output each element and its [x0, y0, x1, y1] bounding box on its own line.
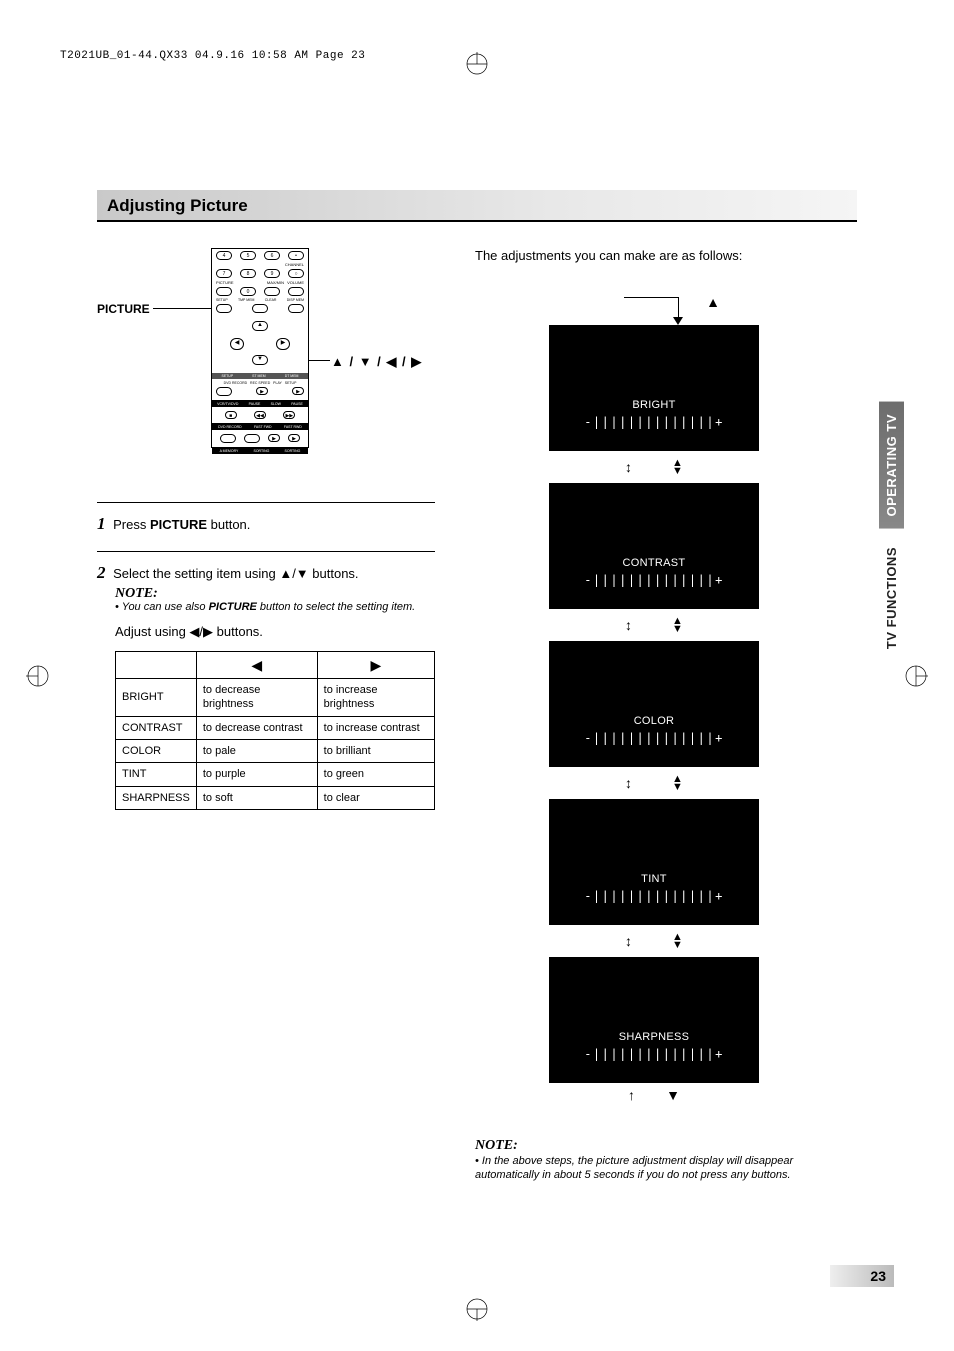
table-row: BRIGHTto decrease brightnessto increase …	[116, 679, 435, 717]
row-left: to soft	[196, 786, 317, 809]
step-number: 2	[97, 563, 106, 582]
up-down-arrow-icon: ↕	[625, 617, 632, 633]
side-tabs: OPERATING TV TV FUNCTIONS	[879, 402, 904, 667]
picture-callout-label: PICTURE	[97, 302, 150, 316]
adjustment-table: ◀ ▶ BRIGHTto decrease brightnessto incre…	[115, 651, 435, 810]
panel-separator: ↕ ▲▼	[549, 767, 759, 799]
crop-mark-bottom	[465, 1297, 489, 1321]
flow-end-arrow: ↑ ▼	[549, 1087, 759, 1103]
row-name: COLOR	[116, 739, 197, 762]
table-row: COLORto paleto brilliant	[116, 739, 435, 762]
panel-bar: -||||||||||||||+	[584, 889, 724, 903]
up-down-triangles-icon: ▲▼	[672, 459, 683, 477]
row-right: to increase contrast	[317, 716, 434, 739]
adjust-using-text: Adjust using ◀/▶ buttons.	[115, 624, 435, 641]
panel-separator: ↕ ▲▼	[549, 451, 759, 483]
side-tab-tv-functions: TV FUNCTIONS	[879, 535, 904, 661]
remote-body: 456• CHANNEL 789○ PICTUREMAX/MINVOLUME 0…	[211, 248, 309, 448]
panel-bar: -||||||||||||||+	[584, 415, 724, 429]
adjustment-panel: TINT -||||||||||||||+	[549, 799, 759, 925]
panel-label: COLOR	[634, 715, 675, 727]
panel-label: SHARPNESS	[619, 1031, 690, 1043]
crop-mark-top	[465, 52, 489, 76]
table-header-blank	[116, 651, 197, 678]
row-left: to decrease contrast	[196, 716, 317, 739]
remote-diagram: PICTURE ▲ / ▼ / ◀ / ▶ 456• CHANNEL 789○ …	[97, 248, 435, 474]
row-left: to decrease brightness	[196, 679, 317, 717]
section-title: Adjusting Picture	[97, 190, 857, 222]
row-left: to purple	[196, 763, 317, 786]
up-down-triangles-icon: ▲▼	[672, 617, 683, 635]
step-number: 1	[97, 514, 106, 533]
step-text-bold: PICTURE	[150, 517, 207, 532]
down-triangle-icon: ▼	[666, 1087, 680, 1103]
step-2: 2 Select the setting item using ▲/▼ butt…	[97, 562, 435, 809]
flow-start-arrow: ▲	[549, 297, 759, 325]
arrow-keys-callout-label: ▲ / ▼ / ◀ / ▶	[331, 354, 422, 370]
row-name: CONTRAST	[116, 716, 197, 739]
table-header-right-arrow: ▶	[317, 651, 434, 678]
row-right: to increase brightness	[317, 679, 434, 717]
note-text: • You can use also PICTURE button to sel…	[115, 601, 435, 614]
note-text: • In the above steps, the picture adjust…	[475, 1155, 857, 1183]
up-down-arrow-icon: ↕	[625, 775, 632, 791]
panel-separator: ↕ ▲▼	[549, 925, 759, 957]
up-down-triangles-icon: ▲▼	[672, 933, 683, 951]
up-arrow-icon: ↑	[628, 1087, 635, 1103]
panel-separator: ↕ ▲▼	[549, 609, 759, 641]
panel-bar: -||||||||||||||+	[584, 731, 724, 745]
panel-label: TINT	[641, 873, 667, 885]
step-text: Select the setting item using ▲/▼ button…	[113, 566, 358, 581]
table-row: SHARPNESSto softto clear	[116, 786, 435, 809]
row-right: to clear	[317, 786, 434, 809]
adjustment-panels: ▲ BRIGHT -||||||||||||||+ ↕ ▲▼ CONTRAST -||||…	[549, 297, 759, 1103]
bottom-note: NOTE: • In the above steps, the picture …	[475, 1137, 857, 1182]
up-down-arrow-icon: ↕	[625, 933, 632, 949]
row-right: to brilliant	[317, 739, 434, 762]
page-number: 23	[830, 1265, 894, 1287]
panel-bar: -||||||||||||||+	[584, 1047, 724, 1061]
divider	[97, 551, 435, 552]
step-1: 1 Press PICTURE button.	[97, 513, 435, 535]
panel-label: CONTRAST	[623, 557, 686, 569]
right-intro-text: The adjustments you can make are as foll…	[475, 248, 857, 263]
row-right: to green	[317, 763, 434, 786]
row-name: SHARPNESS	[116, 786, 197, 809]
row-name: BRIGHT	[116, 679, 197, 717]
up-down-arrow-icon: ↕	[625, 459, 632, 475]
table-row: CONTRASTto decrease contrastto increase …	[116, 716, 435, 739]
up-down-triangles-icon: ▲▼	[672, 775, 683, 793]
adjustment-panel: SHARPNESS -||||||||||||||+	[549, 957, 759, 1083]
divider	[97, 502, 435, 503]
table-header-left-arrow: ◀	[196, 651, 317, 678]
table-row: TINTto purpleto green	[116, 763, 435, 786]
panel-bar: -||||||||||||||+	[584, 573, 724, 587]
arrow-leader-line	[308, 360, 330, 361]
adjustment-panel: BRIGHT -||||||||||||||+	[549, 325, 759, 451]
adjustment-panel: COLOR -||||||||||||||+	[549, 641, 759, 767]
crop-mark-right	[904, 664, 928, 688]
step-text-suffix: button.	[207, 517, 250, 532]
side-tab-operating-tv: OPERATING TV	[879, 402, 904, 529]
step-text-prefix: Press	[113, 517, 150, 532]
row-left: to pale	[196, 739, 317, 762]
crop-mark-left	[26, 664, 50, 688]
panel-label: BRIGHT	[632, 399, 675, 411]
adjustment-panel: CONTRAST -||||||||||||||+	[549, 483, 759, 609]
row-name: TINT	[116, 763, 197, 786]
picture-leader-line	[153, 308, 211, 309]
note-label: NOTE:	[475, 1137, 857, 1155]
